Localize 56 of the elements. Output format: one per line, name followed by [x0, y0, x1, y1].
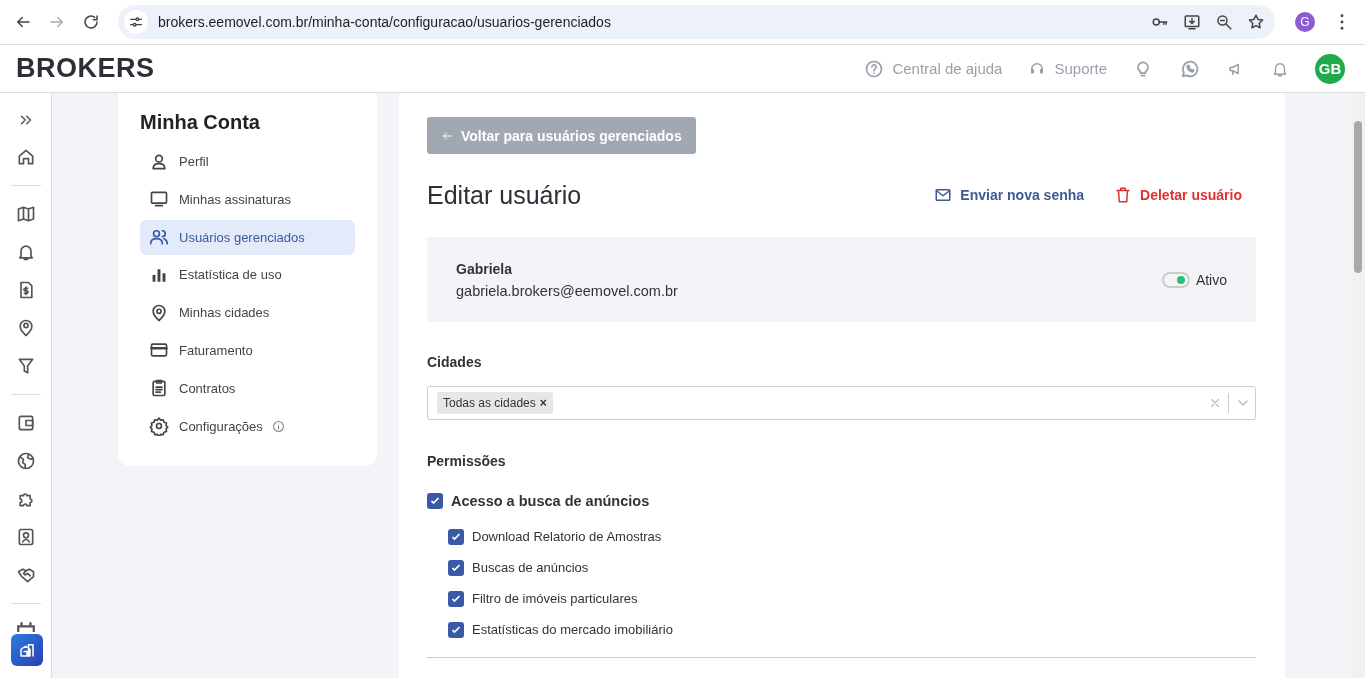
checkbox[interactable] — [448, 528, 464, 545]
brand-logo[interactable]: BROKERS — [16, 53, 155, 84]
menu-item[interactable]: Usuários gerenciados — [140, 219, 355, 255]
page-title: Editar usuário — [427, 180, 582, 210]
menu-item[interactable]: Contratos — [140, 370, 355, 406]
city-tag: Todas as cidades × — [437, 392, 553, 414]
menu-item[interactable]: Configurações — [140, 408, 355, 444]
url-text: brokers.eemovel.com.br/minha-conta/configuracao/usuarios-gerenciados — [158, 14, 612, 30]
menu-item[interactable]: Faturamento — [140, 333, 355, 368]
reload-icon — [82, 13, 100, 31]
gear-icon — [149, 416, 169, 437]
permissions-label: Permissões — [427, 453, 507, 469]
zoom-icon — [1215, 13, 1233, 31]
star-icon — [1247, 13, 1265, 31]
envelope-icon — [934, 186, 953, 204]
send-password-button[interactable]: Enviar nova senha — [934, 186, 1085, 204]
checkmark-icon — [429, 495, 441, 507]
permission-label: Buscas de anúncios — [472, 560, 589, 575]
remove-tag-button[interactable]: × — [539, 396, 547, 410]
permission-label: Estatísticas do mercado imobiliário — [472, 622, 673, 637]
user-name: Gabriela — [456, 260, 514, 277]
scrollbar[interactable] — [1351, 93, 1365, 678]
globe-icon — [15, 451, 36, 471]
location-pin-icon — [149, 302, 169, 323]
kebab-menu-icon — [1340, 14, 1344, 30]
clipboard-icon — [149, 378, 169, 399]
toggle-label: Ativo — [1195, 271, 1227, 288]
delete-user-button[interactable]: Deletar usuário — [1114, 186, 1242, 204]
permission-label: Filtro de imóveis particulares — [472, 591, 638, 606]
left-arrow-icon — [441, 129, 453, 142]
checkbox[interactable] — [427, 493, 443, 509]
monitor-icon — [149, 189, 169, 210]
cities-label: Cidades — [427, 354, 483, 370]
user-email: gabriela.brokers@eemovel.com.br — [456, 282, 678, 299]
menu-item[interactable]: Minhas cidades — [140, 295, 355, 331]
permission-label: Download Relatorio de Amostras — [472, 529, 662, 544]
active-toggle[interactable] — [1161, 271, 1190, 288]
permission-group-label: Acesso a busca de anúncios — [451, 493, 650, 509]
checkbox[interactable] — [448, 559, 464, 576]
checkbox[interactable] — [448, 590, 464, 607]
menu-item[interactable]: Perfil — [140, 144, 355, 179]
site-settings-icon — [128, 14, 144, 30]
address-bar[interactable]: brokers.eemovel.com.br/minha-conta/configuracao/usuarios-gerenciados — [118, 5, 1275, 39]
profile-avatar[interactable]: G — [1295, 12, 1315, 32]
buildings-icon — [18, 641, 36, 659]
install-icon — [1183, 13, 1201, 31]
menu-item[interactable]: Estatística de uso — [140, 257, 355, 293]
map-icon — [15, 204, 36, 224]
cities-select[interactable]: Todas as cidades × — [427, 386, 1256, 420]
menu-item[interactable]: Minhas assinaturas — [140, 181, 355, 217]
clear-icon — [1208, 396, 1222, 410]
trash-icon — [1114, 186, 1133, 204]
help-icon — [864, 58, 885, 79]
menu-title: Minha Conta — [140, 111, 261, 134]
checkbox[interactable] — [448, 621, 464, 638]
buildings-button[interactable] — [11, 634, 43, 666]
